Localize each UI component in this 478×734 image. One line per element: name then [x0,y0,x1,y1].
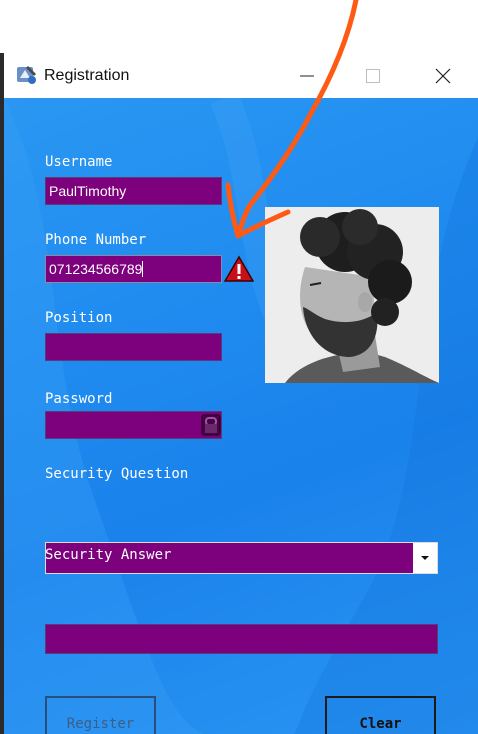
profile-photo-image [265,207,439,383]
username-input[interactable]: PaulTimothy [45,177,222,205]
password-label: Password [45,391,113,407]
phone-number-input[interactable]: 071234566789 [45,255,222,283]
minimize-button[interactable] [284,53,330,98]
title-bar: Registration [4,53,478,98]
window-title: Registration [44,67,130,84]
password-input[interactable] [45,411,222,439]
text-caret [142,261,144,277]
dropdown-arrow-button[interactable] [413,543,437,573]
lock-icon[interactable] [201,414,221,436]
profile-photo [265,207,439,383]
close-icon [435,68,451,83]
position-label: Position [45,310,113,326]
close-button[interactable] [420,53,466,98]
warning-icon [224,255,254,282]
chevron-down-icon [421,556,429,560]
register-button[interactable]: Register [45,696,156,734]
form-panel: Username PaulTimothy Phone Number 071234… [4,98,478,734]
app-icon [17,66,36,84]
phone-number-value: 071234566789 [49,261,143,277]
registration-window: Registration Username PaulTimothy Phone … [4,53,478,734]
minimize-icon [300,75,314,76]
security-answer-label: Security Answer [45,547,172,563]
maximize-icon [366,68,380,83]
username-label: Username [45,154,113,170]
position-input[interactable] [45,333,222,361]
security-question-label: Security Question [45,466,189,482]
clear-button[interactable]: Clear [325,696,436,734]
phone-number-label: Phone Number [45,232,147,248]
maximize-button[interactable] [350,53,396,98]
security-answer-input[interactable] [45,624,438,654]
